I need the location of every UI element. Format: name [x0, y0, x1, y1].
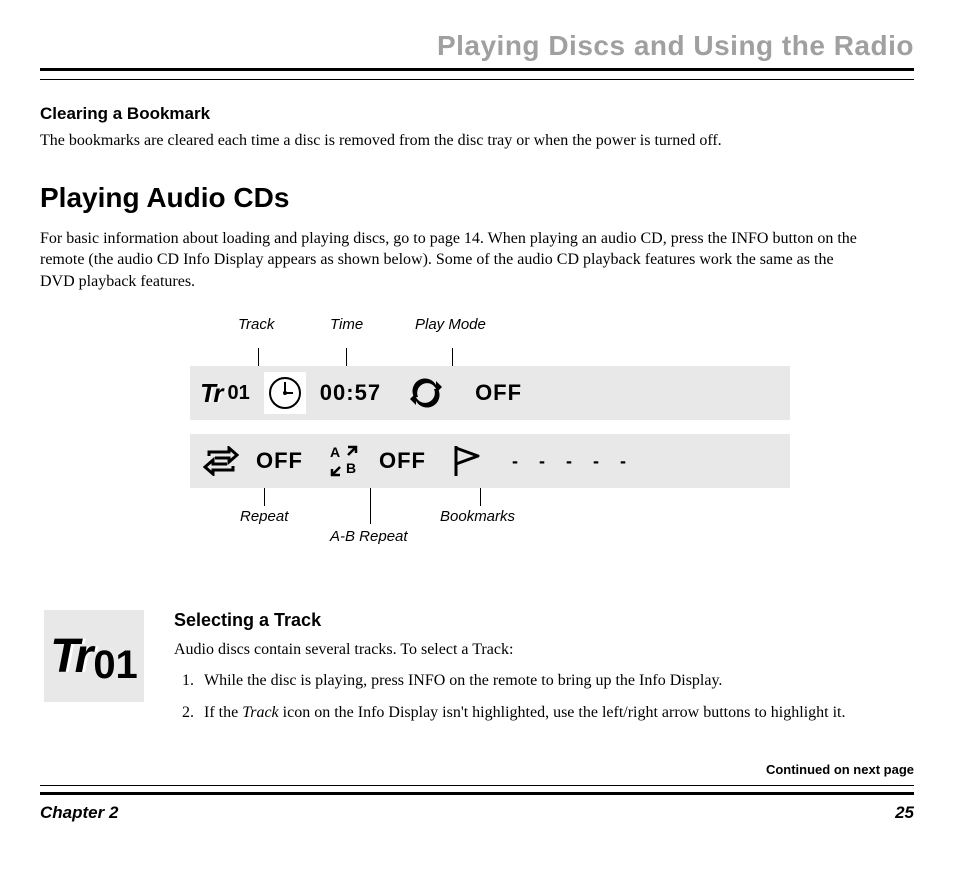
- callout-bookmarks: Bookmarks: [440, 508, 515, 525]
- track-segment: Tr 01: [200, 378, 250, 409]
- bookmarks-value: - - - - -: [512, 451, 634, 472]
- steps-list: While the disc is playing, press INFO on…: [174, 669, 914, 723]
- playing-audio-cds-body: For basic information about loading and …: [40, 228, 860, 293]
- callout-play-mode: Play Mode: [415, 316, 486, 333]
- track-icon: Tr: [200, 378, 222, 409]
- svg-text:A: A: [330, 444, 340, 460]
- clearing-bookmark-heading: Clearing a Bookmark: [40, 104, 914, 124]
- selecting-track-section: Tr 01 Selecting a Track Audio discs cont…: [40, 610, 914, 731]
- track-icon-large: Tr 01: [44, 610, 144, 702]
- ab-repeat-value: OFF: [379, 448, 426, 474]
- info-bar-row-1: Tr 01 00:57 OFF: [190, 366, 790, 420]
- clock-icon: [264, 372, 306, 414]
- rule-thick: [40, 68, 914, 71]
- playing-audio-cds-heading: Playing Audio CDs: [40, 182, 914, 214]
- selecting-track-heading: Selecting a Track: [174, 610, 914, 631]
- callout-lines-top: [190, 348, 790, 366]
- info-bar-row-2: OFF A B OFF - - - - -: [190, 434, 790, 488]
- ab-repeat-icon: A B: [323, 440, 365, 482]
- footer-page: 25: [895, 803, 914, 823]
- step-1: While the disc is playing, press INFO on…: [198, 669, 914, 692]
- repeat-value: OFF: [256, 448, 303, 474]
- rule-thin-bottom: [40, 785, 914, 786]
- callout-labels-top: Track Time Play Mode: [190, 316, 790, 348]
- time-value: 00:57: [320, 380, 381, 406]
- callout-repeat: Repeat: [240, 508, 288, 525]
- clearing-bookmark-body: The bookmarks are cleared each time a di…: [40, 130, 860, 152]
- footer-chapter: Chapter 2: [40, 803, 118, 823]
- callout-labels-bottom: Repeat A-B Repeat Bookmarks: [190, 506, 790, 550]
- repeat-icon: [200, 440, 242, 482]
- track-icon-number: 01: [93, 643, 138, 688]
- track-number: 01: [228, 382, 250, 405]
- bookmark-flag-icon: [446, 440, 488, 482]
- svg-text:B: B: [346, 460, 356, 476]
- callout-lines-bottom: [190, 488, 790, 506]
- callout-track: Track: [238, 316, 274, 333]
- continued-label: Continued on next page: [40, 762, 914, 777]
- page-footer: Chapter 2 25: [40, 803, 914, 823]
- rule-thick-bottom: [40, 792, 914, 795]
- rule-thin: [40, 79, 914, 80]
- play-mode-value: OFF: [475, 380, 522, 406]
- step-2: If the Track icon on the Info Display is…: [198, 701, 914, 724]
- track-tr-glyph: Tr: [50, 629, 89, 684]
- selecting-track-intro: Audio discs contain several tracks. To s…: [174, 641, 914, 659]
- play-mode-icon: [405, 372, 447, 414]
- info-display-diagram: Track Time Play Mode Tr 01 00:57: [190, 316, 790, 550]
- callout-ab-repeat: A-B Repeat: [330, 528, 408, 545]
- chapter-header: Playing Discs and Using the Radio: [40, 30, 914, 62]
- callout-time: Time: [330, 316, 363, 333]
